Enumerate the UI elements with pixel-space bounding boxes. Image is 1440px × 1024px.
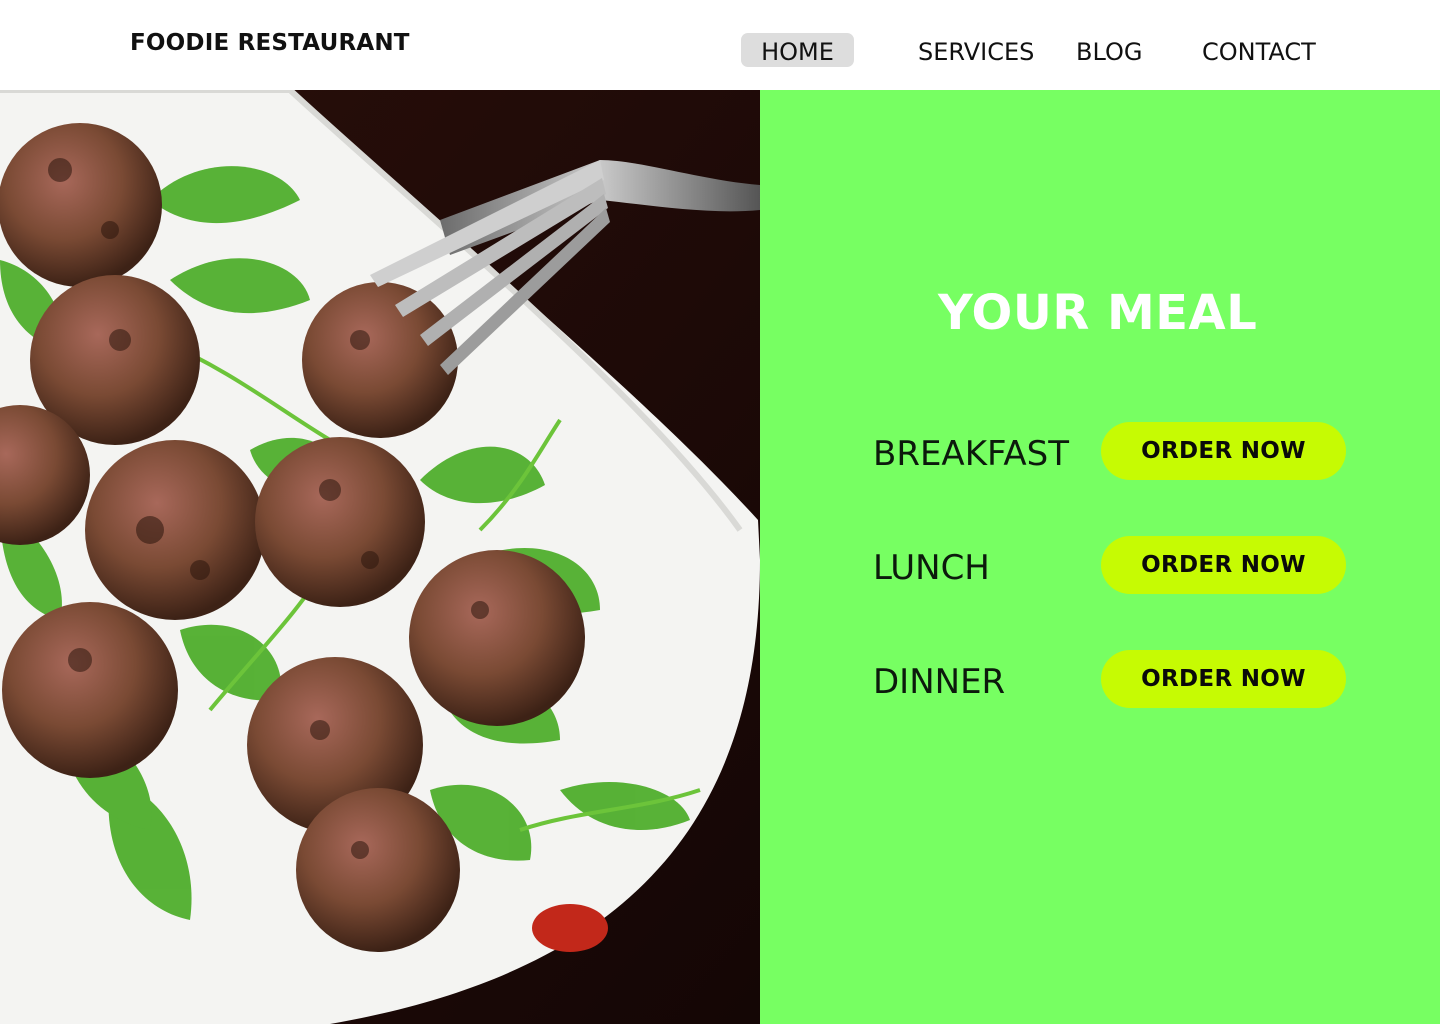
nav-home[interactable]: HOME bbox=[741, 33, 854, 67]
dinner-order-button[interactable]: ORDER NOW bbox=[1101, 650, 1346, 708]
site-header: FOODIE RESTAURANT HOME SERVICES BLOG CON… bbox=[0, 0, 1440, 90]
nav-services[interactable]: SERVICES bbox=[918, 33, 1034, 67]
breakfast-label: BREAKFAST bbox=[873, 434, 1070, 474]
lunch-label: LUNCH bbox=[873, 548, 990, 588]
meatball-salad-photo bbox=[0, 90, 760, 1024]
nav-contact[interactable]: CONTACT bbox=[1202, 33, 1316, 67]
meal-section-title: YOUR MEAL bbox=[938, 285, 1258, 341]
brand-logo-text[interactable]: FOODIE RESTAURANT bbox=[130, 30, 410, 56]
nav-blog[interactable]: BLOG bbox=[1076, 33, 1142, 67]
lunch-order-button[interactable]: ORDER NOW bbox=[1101, 536, 1346, 594]
dinner-label: DINNER bbox=[873, 662, 1006, 702]
breakfast-order-button[interactable]: ORDER NOW bbox=[1101, 422, 1346, 480]
